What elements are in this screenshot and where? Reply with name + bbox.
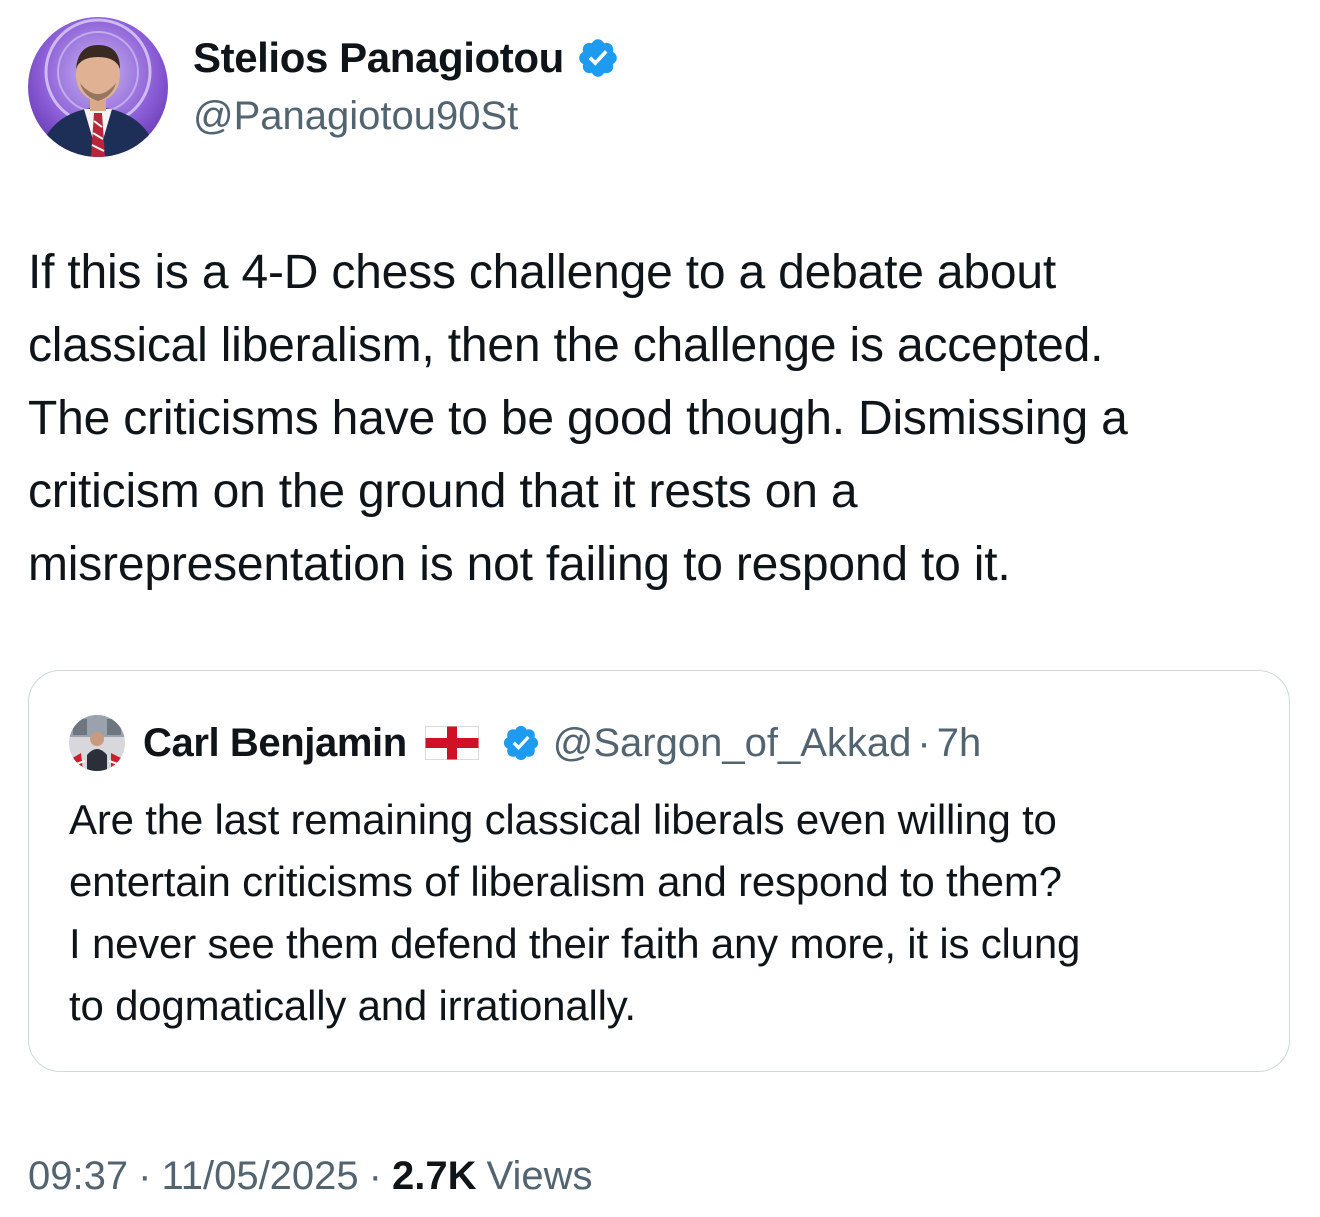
author-handle[interactable]: @Panagiotou90St [193, 94, 518, 139]
quoted-tweet-header: Carl Benjamin @Sargon_of_Akkad · 7h [69, 715, 981, 771]
quoted-tweet-card[interactable]: Carl Benjamin @Sargon_of_Akkad · 7h Are … [28, 670, 1290, 1072]
quoted-text-line: I never see them defend their faith any … [69, 920, 1081, 967]
tweet-text-line: If this is a 4-D chess challenge to a de… [28, 246, 1056, 299]
profile-photo-icon [28, 17, 168, 157]
tweet-meta-row: 09:37 · 11/05/2025 · 2.7K Views [28, 1150, 592, 1202]
england-flag-icon [424, 726, 479, 760]
author-name[interactable]: Stelios Panagiotou [193, 34, 564, 82]
author-avatar[interactable] [28, 17, 168, 157]
author-name-row: Stelios Panagiotou [193, 32, 620, 84]
tweet-date[interactable]: 11/05/2025 [161, 1154, 358, 1199]
quoted-text-line: to dogmatically and irrationally. [69, 982, 636, 1029]
meta-separator: · [368, 1153, 382, 1198]
quoted-timestamp[interactable]: 7h [937, 721, 982, 766]
tweet-text-line: criticism on the ground that it rests on… [28, 465, 858, 518]
quoted-text-line: entertain criticisms of liberalism and r… [69, 858, 1062, 905]
quoted-author-name[interactable]: Carl Benjamin [143, 721, 407, 766]
verified-badge-icon [576, 36, 620, 80]
quoted-text-line: Are the last remaining classical liberal… [69, 796, 1057, 843]
quoted-verified-badge-icon [501, 723, 541, 763]
views-count[interactable]: 2.7K [392, 1154, 477, 1199]
tweet-text-line: misrepresentation is not failing to resp… [28, 538, 1011, 591]
quoted-profile-photo-icon [69, 715, 125, 771]
quoted-tweet-text: Are the last remaining classical liberal… [69, 789, 1269, 1037]
tweet-time[interactable]: 09:37 [28, 1154, 128, 1199]
meta-separator: · [138, 1153, 152, 1198]
quoted-author-handle[interactable]: @Sargon_of_Akkad [553, 721, 912, 766]
quoted-author-avatar[interactable] [69, 715, 125, 771]
tweet-text: If this is a 4-D chess challenge to a de… [28, 236, 1303, 601]
tweet-text-line: The criticisms have to be good though. D… [28, 392, 1128, 445]
views-label[interactable]: Views [487, 1154, 593, 1199]
tweet-text-line: classical liberalism, then the challenge… [28, 319, 1104, 372]
quoted-meta-separator: · [917, 720, 931, 765]
